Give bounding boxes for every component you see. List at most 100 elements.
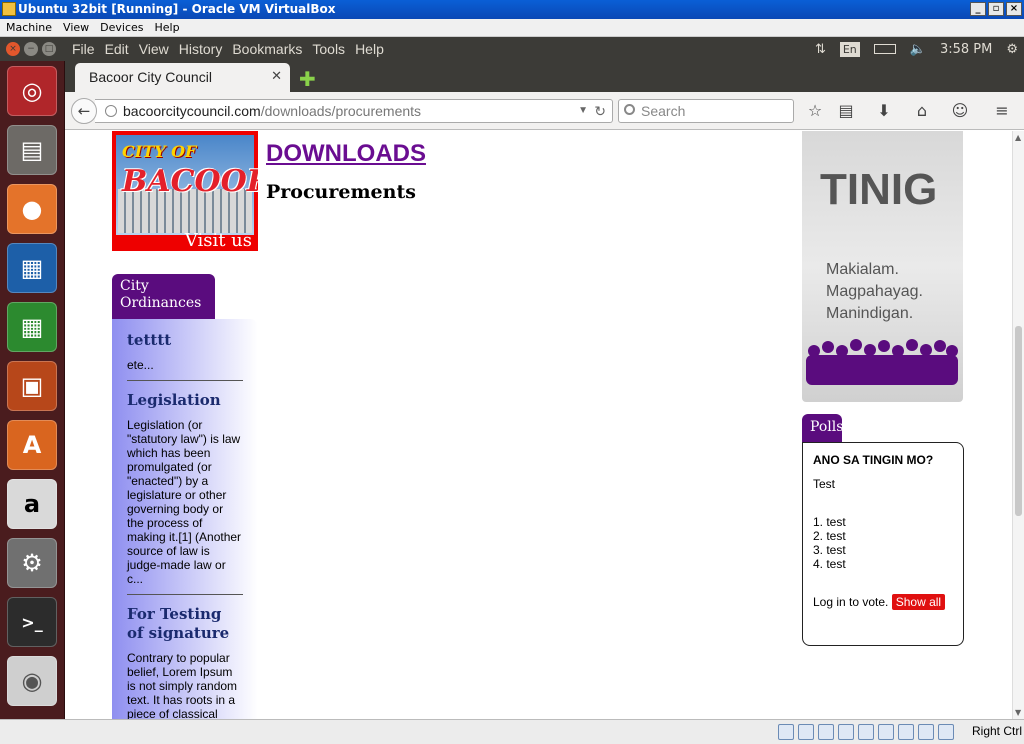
vbox-status-bar: Right Ctrl (0, 719, 1024, 744)
new-tab-plus-icon[interactable]: ✚ (299, 67, 316, 91)
reload-icon[interactable]: ↻ (594, 100, 606, 122)
clock[interactable]: 3:58 PM (940, 42, 992, 57)
window-close-icon[interactable]: × (6, 42, 20, 56)
keyboard-layout-indicator[interactable]: En (839, 41, 860, 57)
navigation-toolbar: bacoorcitycouncil.com/downloads/procurem… (65, 92, 1024, 130)
downloads-icon[interactable]: ⬇ (873, 101, 895, 123)
vbox-menu-help[interactable]: Help (149, 19, 185, 36)
url-bar[interactable]: bacoorcitycouncil.com/downloads/procurem… (95, 99, 613, 123)
vbox-menu-view[interactable]: View (57, 19, 94, 36)
ordinance-title[interactable]: tetttt (127, 331, 243, 350)
firefox-menubar: File Edit View History Bookmarks Tools H… (72, 37, 394, 61)
list-item: tetttt ete... (127, 331, 243, 381)
scroll-up-arrow-icon[interactable]: ▲ (1015, 133, 1021, 142)
menu-history[interactable]: History (179, 37, 233, 61)
scroll-down-arrow-icon[interactable]: ▼ (1015, 708, 1021, 717)
dvd-icon[interactable]: ◉ (7, 656, 57, 706)
tab-title: Bacoor City Council (89, 69, 212, 85)
show-all-button[interactable]: Show all (891, 594, 946, 610)
mouse-integration-icon[interactable] (918, 724, 934, 740)
crowd-silhouette-icon (806, 339, 958, 385)
poll-option: 4. test (813, 557, 846, 571)
page-heading-downloads[interactable]: DOWNLOADS (266, 140, 426, 168)
ordinance-title[interactable]: Legislation (127, 391, 243, 410)
logo-title: CITY OF BACOOR (122, 142, 258, 199)
maximize-icon[interactable]: ▫ (988, 2, 1004, 16)
login-to-vote-link[interactable]: Log in to vote. (813, 595, 888, 609)
polls-tab[interactable]: Polls (802, 414, 843, 442)
battery-icon[interactable] (873, 44, 896, 54)
terminal-icon[interactable]: >_ (7, 597, 57, 647)
libreoffice-impress-icon[interactable]: ▣ (7, 361, 57, 411)
search-icon (624, 104, 635, 115)
back-arrow-icon[interactable]: ← (71, 98, 97, 124)
bookmark-star-icon[interactable]: ☆ (804, 101, 826, 123)
tab-close-icon[interactable]: ✕ (271, 68, 282, 84)
network-icon[interactable] (838, 724, 854, 740)
host-key-label: Right Ctrl (971, 724, 1022, 738)
close-icon[interactable]: × (1006, 2, 1022, 16)
display-icon[interactable] (878, 724, 894, 740)
menu-help[interactable]: Help (355, 37, 394, 61)
ordinance-excerpt: ete... (127, 358, 154, 372)
search-input[interactable]: Search (618, 99, 794, 123)
vbox-title-bar: Ubuntu 32bit [Running] - Oracle VM Virtu… (0, 0, 1024, 19)
window-minimize-icon[interactable]: − (24, 42, 38, 56)
software-center-icon[interactable]: A (7, 420, 57, 470)
logo-visit-us: Visit us (184, 230, 252, 251)
poll-option: 3. test (813, 543, 846, 557)
system-settings-icon[interactable]: ⚙ (7, 538, 57, 588)
city-of-bacoor-logo[interactable]: CITY OF BACOOR Visit us (112, 131, 258, 251)
ubuntu-top-panel: × − □ File Edit View History Bookmarks T… (0, 37, 1024, 61)
libreoffice-calc-icon[interactable]: ▦ (7, 302, 57, 352)
menu-file[interactable]: File (72, 37, 105, 61)
usb-icon[interactable] (818, 724, 834, 740)
libreoffice-writer-icon[interactable]: ▦ (7, 243, 57, 293)
minimize-icon[interactable]: _ (970, 2, 986, 16)
settings-gear-icon[interactable]: ⚙ (1006, 42, 1018, 57)
page-scrollbar[interactable]: ▲ ▼ (1012, 131, 1024, 719)
hamburger-menu-icon[interactable]: ≡ (991, 101, 1013, 123)
shared-folders-icon[interactable] (858, 724, 874, 740)
network-transfer-icon[interactable]: ⇅ (815, 42, 826, 57)
tab-bacoor-city-council[interactable]: Bacoor City Council ✕ (75, 63, 290, 92)
menu-view[interactable]: View (139, 37, 179, 61)
list-item: Legislation Legislation (or "statutory l… (127, 391, 243, 595)
hard-disk-icon[interactable] (778, 724, 794, 740)
scrollbar-thumb[interactable] (1015, 326, 1022, 516)
files-icon[interactable]: ▤ (7, 125, 57, 175)
amazon-icon[interactable]: a (7, 479, 57, 529)
globe-icon (105, 105, 117, 117)
url-history-dropdown-icon[interactable]: ▼ (578, 100, 588, 122)
firefox-icon[interactable]: ● (7, 184, 57, 234)
page-viewport: CITY OF BACOOR Visit us DOWNLOADS Procur… (65, 131, 1012, 719)
window-maximize-icon[interactable]: □ (42, 42, 56, 56)
poll-description: Test (813, 477, 836, 491)
ordinance-title[interactable]: For Testing of signature (127, 605, 243, 643)
banner-title: TINIG (820, 165, 938, 214)
menu-bookmarks[interactable]: Bookmarks (232, 37, 312, 61)
home-icon[interactable]: ⌂ (911, 101, 933, 123)
vbox-menu-devices[interactable]: Devices (94, 19, 148, 36)
tinig-banner[interactable]: TINIG Makialam. Magpahayag. Manindigan. (802, 131, 963, 402)
ordinances-tab[interactable]: City Ordinances (112, 274, 215, 319)
banner-tagline: Makialam. Magpahayag. Manindigan. (826, 261, 923, 322)
volume-icon[interactable]: 🔈 (910, 42, 926, 57)
url-host: bacoorcitycouncil.com (123, 103, 261, 119)
ordinance-excerpt: Contrary to popular belief, Lorem Ipsum … (127, 651, 238, 719)
vbox-menu-machine[interactable]: Machine (0, 19, 57, 36)
menu-tools[interactable]: Tools (312, 37, 355, 61)
indicator-area: ⇅ En 🔈 3:58 PM ⚙ (815, 37, 1018, 61)
poll-option: 1. test (813, 515, 846, 529)
chat-icon[interactable]: ☺ (949, 101, 971, 123)
search-placeholder: Search (641, 103, 686, 119)
optical-drive-icon[interactable] (798, 724, 814, 740)
ubuntu-dash-icon[interactable]: ◎ (7, 66, 57, 116)
vbox-menubar: Machine View Devices Help (0, 19, 1024, 37)
reading-list-icon[interactable]: ▤ (835, 101, 857, 123)
unity-launcher: ◎ ▤ ● ▦ ▦ ▣ A a ⚙ >_ ◉ (0, 61, 65, 719)
keyboard-capture-icon[interactable] (938, 724, 954, 740)
video-capture-icon[interactable] (898, 724, 914, 740)
menu-edit[interactable]: Edit (105, 37, 139, 61)
poll-option: 2. test (813, 529, 846, 543)
